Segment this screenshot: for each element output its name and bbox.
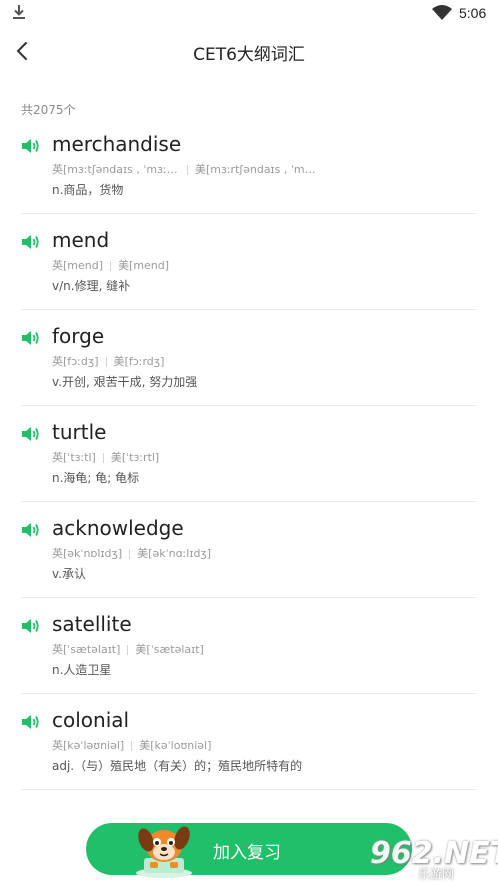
list-item[interactable]: turtle 英[ˈtɜːtl] 美[ˈtɜːrtl] n.海龟; 龟; 龟标 (21, 406, 477, 502)
phonetic-us: 美[kəˈloʊniəl] (139, 739, 212, 752)
phonetics: 英[əkˈnɒlɪdʒ] 美[əkˈnɑːlɪdʒ] (52, 545, 322, 561)
definition: v/n.修理, 缝补 (52, 279, 131, 293)
divider (105, 357, 107, 367)
word-text: turtle (52, 420, 107, 444)
phonetic-uk: 英[mɜːtʃəndaɪs , ˈmɜːtʃ… (52, 163, 180, 176)
word-text: colonial (52, 708, 130, 732)
download-icon (13, 5, 25, 19)
phonetics: 英[fɔːdʒ] 美[fɔːrdʒ] (52, 353, 322, 369)
speaker-icon[interactable] (21, 521, 41, 539)
speaker-icon[interactable] (21, 617, 41, 635)
divider (127, 645, 129, 655)
page-title: CET6大纲词汇 (193, 45, 305, 65)
nav-bar: CET6大纲词汇 (0, 26, 498, 78)
speaker-icon[interactable] (21, 713, 41, 731)
word-text: acknowledge (52, 516, 184, 540)
wifi-icon (432, 5, 452, 20)
phonetic-uk: 英[fɔːdʒ] (52, 355, 99, 368)
list-item[interactable]: mend 英[mend] 美[mend] v/n.修理, 缝补 (21, 214, 477, 310)
list-item[interactable]: acknowledge 英[əkˈnɒlɪdʒ] 美[əkˈnɑːlɪdʒ] v.… (21, 502, 477, 598)
definition: v.承认 (52, 567, 86, 581)
phonetics: 英[ˈsætəlaɪt] 美[ˈsætəlaɪt] (52, 641, 322, 657)
divider (131, 741, 133, 751)
dog-mascot-icon (136, 826, 192, 878)
definition: n.人造卫星 (52, 663, 112, 677)
divider (110, 261, 112, 271)
speaker-icon[interactable] (21, 137, 41, 155)
divider (187, 165, 188, 175)
list-item[interactable]: merchandise 英[mɜːtʃəndaɪs , ˈmɜːtʃ… 美[mɜː… (21, 118, 477, 214)
list-item[interactable]: satellite 英[ˈsætəlaɪt] 美[ˈsætəlaɪt] n.人造卫… (21, 598, 477, 694)
list-item[interactable]: forge 英[fɔːdʒ] 美[fɔːrdʒ] v.开创, 艰苦干成, 努力加强 (21, 310, 477, 406)
word-text: satellite (52, 612, 132, 636)
definition: adj.（与）殖民地（有关）的；殖民地所特有的 (52, 759, 303, 773)
word-text: mend (52, 228, 110, 252)
phonetic-us: 美[ˈtɜːrtl] (110, 451, 160, 464)
review-button-label: 加入复习 (213, 843, 281, 863)
phonetic-us: 美[mɜːrtʃəndaɪs , ˈmɜːr… (195, 163, 320, 176)
speaker-icon[interactable] (21, 233, 41, 251)
phonetics: 英[ˈtɜːtl] 美[ˈtɜːrtl] (52, 449, 322, 465)
phonetic-us: 美[ˈsætəlaɪt] (135, 643, 204, 656)
phonetic-us: 美[fɔːrdʒ] (113, 355, 165, 368)
phonetic-uk: 英[əkˈnɒlɪdʒ] (52, 547, 123, 560)
watermark-logo: 962.NET 乐游网 (360, 836, 498, 882)
definition: n.海龟; 龟; 龟标 (52, 471, 140, 485)
word-count: 共2075个 (21, 103, 76, 117)
status-time: 5:06 (459, 5, 487, 21)
divider (102, 453, 104, 463)
phonetics: 英[mend] 美[mend] (52, 257, 322, 273)
phonetic-uk: 英[kəˈləʊniəl] (52, 739, 125, 752)
speaker-icon[interactable] (21, 329, 41, 347)
word-text: merchandise (52, 132, 182, 156)
phonetic-us: 美[mend] (118, 259, 170, 272)
phonetic-uk: 英[ˈtɜːtl] (52, 451, 96, 464)
phonetic-uk: 英[mend] (52, 259, 104, 272)
definition: n.商品，货物 (52, 183, 124, 197)
word-list: merchandise 英[mɜːtʃəndaɪs , ˈmɜːtʃ… 美[mɜː… (0, 118, 498, 790)
definition: v.开创, 艰苦干成, 努力加强 (52, 375, 198, 389)
speaker-icon[interactable] (21, 425, 41, 443)
list-item[interactable]: colonial 英[kəˈləʊniəl] 美[kəˈloʊniəl] adj.… (21, 694, 477, 790)
phonetics: 英[kəˈləʊniəl] 美[kəˈloʊniəl] (52, 737, 322, 753)
phonetic-us: 美[əkˈnɑːlɪdʒ] (137, 547, 212, 560)
watermark-subtext: 乐游网 (418, 867, 455, 881)
phonetics: 英[mɜːtʃəndaɪs , ˈmɜːtʃ… 美[mɜːrtʃəndaɪs , … (52, 161, 322, 177)
divider (129, 549, 131, 559)
phonetic-uk: 英[ˈsætəlaɪt] (52, 643, 121, 656)
status-bar: 5:06 (0, 0, 498, 26)
word-text: forge (52, 324, 105, 348)
